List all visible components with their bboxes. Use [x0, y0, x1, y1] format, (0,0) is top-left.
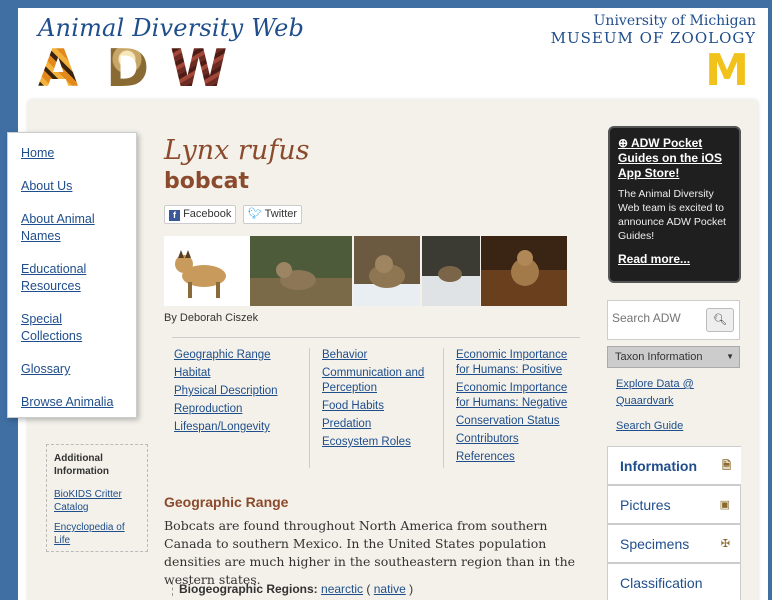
thumb-bobcat-drawing[interactable]: [164, 236, 250, 306]
toc-column-2: Behavior Communication and Perception Fo…: [322, 348, 434, 453]
additional-information-box: Additional Information BioKIDS Critter C…: [46, 444, 148, 552]
twitter-share-button[interactable]: 🐦︎ Twitter: [242, 205, 303, 224]
umich-logo[interactable]: M: [696, 49, 756, 93]
toc-column-3: Economic Importance for Humans: Positive…: [456, 348, 576, 468]
nearctic-link[interactable]: nearctic: [321, 582, 363, 596]
taxon-select-value: Taxon Information: [615, 351, 703, 363]
ios-read-more-link[interactable]: Read more...: [618, 252, 731, 266]
biokids-link[interactable]: BioKIDS Critter Catalog: [54, 488, 140, 514]
toc-contributors[interactable]: Contributors: [456, 432, 576, 447]
facebook-icon: f: [169, 210, 180, 221]
toc-conservation-status[interactable]: Conservation Status: [456, 414, 576, 429]
search-box: 🔍︎: [607, 300, 740, 340]
species-tabs: Information 🗎︎ Pictures ▣ Specimens ✠ Cl…: [607, 446, 741, 600]
twitter-icon: 🐦︎: [247, 208, 262, 220]
toc-communication[interactable]: Communication and Perception: [322, 366, 434, 396]
nav-glossary[interactable]: Glossary: [8, 361, 136, 378]
search-button[interactable]: 🔍︎: [706, 308, 734, 332]
toc-econ-positive[interactable]: Economic Importance for Humans: Positive: [456, 348, 576, 378]
toc-geographic-range[interactable]: Geographic Range: [174, 348, 299, 363]
tab-pictures[interactable]: Pictures ▣: [607, 485, 741, 524]
main-content: Lynx rufus bobcat f Facebook 🐦︎ Twitter: [164, 134, 594, 596]
geographic-range-heading: Geographic Range: [164, 494, 289, 510]
thumb-bobcat-photo-4[interactable]: [481, 236, 567, 306]
toc-predation[interactable]: Predation: [322, 417, 434, 432]
toc-econ-negative[interactable]: Economic Importance for Humans: Negative: [456, 381, 576, 411]
taxon-info-select[interactable]: Taxon Information ▼: [607, 346, 740, 368]
museum-title[interactable]: University of Michigan MUSEUM OF ZOOLOGY: [551, 13, 756, 47]
facebook-label: Facebook: [183, 208, 232, 220]
document-icon: 🗎︎: [722, 460, 731, 472]
thumb-bobcat-photo-2[interactable]: [354, 236, 420, 306]
um-line1: University of Michigan: [593, 13, 756, 29]
ios-promo-body: The Animal Diversity Web team is excited…: [618, 188, 726, 242]
toc-separator-2: [443, 348, 444, 468]
toc-ecosystem-roles[interactable]: Ecosystem Roles: [322, 435, 434, 450]
scientific-name: Lynx rufus: [164, 135, 310, 166]
camera-icon: ▣: [719, 499, 730, 511]
facebook-share-button[interactable]: f Facebook: [164, 205, 237, 224]
toc-behavior[interactable]: Behavior: [322, 348, 434, 363]
nav-home[interactable]: Home: [8, 145, 136, 162]
adw-letter-d: D: [106, 43, 176, 95]
search-guide-link[interactable]: Search Guide: [616, 418, 736, 435]
toc-habitat[interactable]: Habitat: [174, 366, 299, 381]
tab-information[interactable]: Information 🗎︎: [607, 446, 741, 485]
toc-separator-1: [309, 348, 310, 468]
author-byline: By Deborah Ciszek: [164, 312, 259, 324]
chevron-down-icon: ▼: [726, 352, 734, 361]
native-link[interactable]: native: [374, 582, 406, 596]
tab-specimens[interactable]: Specimens ✠: [607, 524, 741, 563]
nav-about-animal-names[interactable]: About Animal Names: [8, 211, 136, 245]
geographic-range-text: Bobcats are found throughout North Ameri…: [164, 518, 576, 587]
ios-promo-icon: ⊕: [618, 136, 629, 150]
table-of-contents: Geographic Range Habitat Physical Descri…: [164, 348, 594, 468]
toc-references[interactable]: References: [456, 450, 576, 465]
thumb-bobcat-photo-1[interactable]: [250, 236, 352, 306]
quaardvark-link[interactable]: Explore Data @ Quaardvark: [616, 376, 736, 410]
eol-link[interactable]: Encyclopedia of Life: [54, 521, 140, 547]
nav-browse-animalia[interactable]: Browse Animalia: [8, 394, 136, 411]
additional-title: Additional Information: [54, 453, 109, 477]
toc-column-1: Geographic Range Habitat Physical Descri…: [174, 348, 299, 438]
biogeographic-regions: Biogeographic Regions: nearctic ( native…: [172, 582, 413, 596]
search-input[interactable]: [612, 311, 700, 325]
left-nav: Home About Us About Animal Names Educati…: [7, 132, 137, 418]
search-icon: 🔍︎: [713, 314, 727, 326]
nav-special-collections[interactable]: Special Collections: [8, 311, 136, 345]
regions-label: Biogeographic Regions:: [179, 582, 318, 596]
specimen-icon: ✠: [720, 538, 730, 550]
adw-letter-w: W: [170, 43, 250, 95]
thumb-bobcat-photo-3[interactable]: [422, 236, 480, 306]
twitter-label: Twitter: [264, 208, 298, 220]
adw-letter-a: A: [38, 43, 108, 95]
toc-food-habits[interactable]: Food Habits: [322, 399, 434, 414]
adw-logo[interactable]: A D W: [38, 43, 250, 95]
toc-lifespan[interactable]: Lifespan/Longevity: [174, 420, 299, 435]
ios-promo-box: ⊕ ADW Pocket Guides on the iOS App Store…: [608, 126, 741, 283]
share-bar: f Facebook 🐦︎ Twitter: [164, 204, 594, 224]
common-name: bobcat: [164, 169, 250, 194]
right-links: Explore Data @ Quaardvark Search Guide: [616, 376, 736, 443]
ios-promo-title[interactable]: ⊕ ADW Pocket Guides on the iOS App Store…: [618, 136, 731, 181]
tab-classification[interactable]: Classification: [607, 563, 741, 600]
site-title[interactable]: Animal Diversity Web: [38, 14, 304, 42]
toc-reproduction[interactable]: Reproduction: [174, 402, 299, 417]
nav-about-us[interactable]: About Us: [8, 178, 136, 195]
divider: [172, 337, 580, 338]
nav-educational-resources[interactable]: Educational Resources: [8, 261, 136, 295]
toc-physical-description[interactable]: Physical Description: [174, 384, 299, 399]
